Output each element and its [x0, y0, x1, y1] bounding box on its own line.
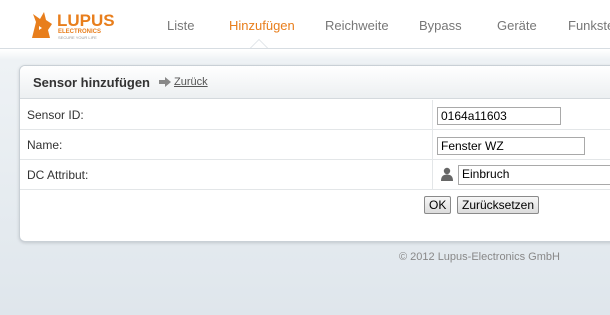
dc-attribut-label: DC Attribut:	[27, 168, 89, 182]
arrow-right-icon[interactable]	[159, 77, 171, 87]
svg-text:LUPUS: LUPUS	[57, 11, 115, 30]
nav-active-pointer	[251, 40, 267, 48]
sensor-add-panel: Sensor hinzufügen Zurück Sensor ID: Name…	[19, 65, 610, 242]
row-name: Name:	[20, 130, 610, 160]
back-link[interactable]: Zurück	[174, 76, 208, 88]
user-icon	[441, 167, 453, 181]
row-divider	[432, 100, 433, 129]
nav-item-geraete[interactable]: Geräte	[497, 18, 537, 33]
row-sensor-id: Sensor ID:	[20, 100, 610, 130]
logo-graphic: LUPUS ELECTRONICS SECURE YOUR LIFE	[32, 11, 115, 40]
footer-copyright: © 2012 Lupus-Electronics GmbH	[399, 251, 560, 263]
sensor-id-label: Sensor ID:	[27, 108, 84, 122]
ok-button[interactable]: OK	[424, 196, 452, 214]
svg-text:SECURE YOUR LIFE: SECURE YOUR LIFE	[58, 35, 97, 40]
row-dc-attribut: DC Attribut: Einbruch	[20, 160, 610, 190]
lupus-logo[interactable]: LUPUS ELECTRONICS SECURE YOUR LIFE	[30, 8, 140, 42]
panel-header: Sensor hinzufügen Zurück	[20, 66, 610, 99]
nav-item-hinzufuegen[interactable]: Hinzufügen	[229, 18, 295, 33]
dc-attribut-select[interactable]: Einbruch	[458, 165, 610, 185]
nav-item-funkste[interactable]: Funkste	[568, 18, 610, 33]
row-divider	[432, 160, 433, 189]
name-label: Name:	[27, 138, 63, 152]
sensor-id-input[interactable]	[437, 107, 561, 125]
panel-title: Sensor hinzufügen	[33, 75, 150, 90]
nav-item-reichweite[interactable]: Reichweite	[325, 18, 389, 33]
reset-button[interactable]: Zurücksetzen	[457, 196, 540, 214]
name-input[interactable]	[437, 137, 585, 155]
row-divider	[432, 130, 433, 159]
nav-item-liste[interactable]: Liste	[167, 18, 194, 33]
nav-item-bypass[interactable]: Bypass	[419, 18, 462, 33]
top-header: LUPUS ELECTRONICS SECURE YOUR LIFE Liste…	[0, 0, 610, 49]
